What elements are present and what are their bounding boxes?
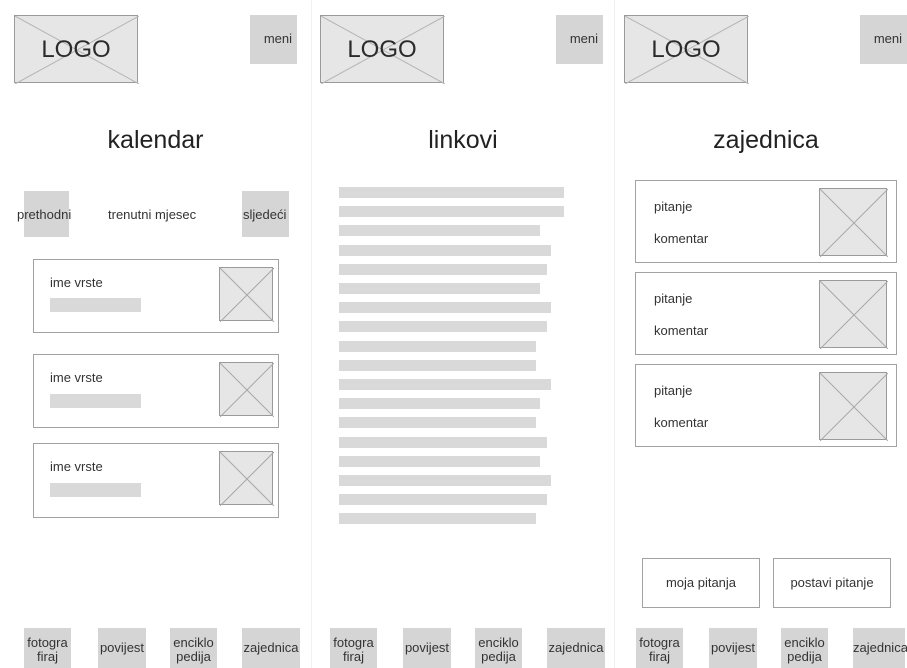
- species-name: ime vrste: [50, 370, 103, 385]
- text-placeholder-bar: [50, 298, 141, 312]
- species-card[interactable]: ime vrste: [33, 443, 279, 518]
- nav-photography-label-line1: fotogra: [639, 635, 680, 650]
- nav-encyclopedia[interactable]: enciklo pedija: [170, 628, 217, 668]
- nav-photography-label-line1: fotogra: [27, 635, 68, 650]
- link-placeholder-bar[interactable]: [339, 321, 547, 333]
- nav-encyclopedia-label-line1: enciklo: [784, 635, 825, 650]
- species-card[interactable]: ime vrste: [33, 259, 279, 333]
- post-comment: komentar: [654, 231, 709, 246]
- nav-encyclopedia[interactable]: enciklo pedija: [781, 628, 828, 668]
- nav-history[interactable]: povijest: [403, 628, 451, 668]
- post-comment: komentar: [654, 323, 709, 338]
- post-comment: komentar: [654, 415, 709, 430]
- nav-photography[interactable]: fotogra firaj: [330, 628, 377, 668]
- link-placeholder-bar[interactable]: [339, 494, 547, 506]
- nav-photography[interactable]: fotogra firaj: [636, 628, 683, 668]
- logo: LOGO: [14, 15, 139, 84]
- nav-encyclopedia-label-line2: pedija: [481, 649, 516, 664]
- nav-encyclopedia-label-line2: pedija: [176, 649, 211, 664]
- link-placeholder-bar[interactable]: [339, 417, 536, 429]
- nav-encyclopedia-label-line1: enciklo: [173, 635, 214, 650]
- my-questions-button[interactable]: moja pitanja: [642, 558, 760, 608]
- nav-community[interactable]: zajednica: [853, 628, 907, 668]
- nav-history[interactable]: povijest: [98, 628, 146, 668]
- nav-photography-label-line1: fotogra: [333, 635, 374, 650]
- link-placeholder-bar[interactable]: [339, 359, 536, 371]
- link-placeholder-bar[interactable]: [339, 379, 551, 390]
- logo-text: LOGO: [651, 36, 721, 63]
- image-placeholder-icon: [819, 280, 888, 349]
- species-card[interactable]: ime vrste: [33, 354, 279, 428]
- nav-community[interactable]: zajednica: [547, 628, 605, 668]
- post-question: pitanje: [654, 291, 693, 306]
- link-placeholder-bar[interactable]: [339, 225, 540, 237]
- image-placeholder-icon: [219, 267, 274, 322]
- screen-linkovi: LOGO meni linkovi: [312, 0, 614, 668]
- text-placeholder-bar: [50, 394, 141, 408]
- image-placeholder-icon: [819, 188, 888, 257]
- page-title: zajednica: [713, 126, 819, 154]
- nav-community[interactable]: zajednica: [242, 628, 300, 668]
- text-placeholder-bar: [50, 483, 141, 497]
- nav-encyclopedia-label-line2: pedija: [787, 649, 822, 664]
- image-placeholder-icon: [219, 451, 274, 506]
- nav-photography-label-line2: firaj: [649, 649, 670, 664]
- nav-history[interactable]: povijest: [709, 628, 757, 668]
- link-placeholder-bar[interactable]: [339, 244, 551, 256]
- logo: LOGO: [624, 15, 749, 84]
- next-month-label[interactable]: sljedeći: [243, 207, 286, 222]
- link-placeholder-bar[interactable]: [339, 455, 540, 467]
- logo-text: LOGO: [41, 36, 111, 63]
- menu-button[interactable]: meni: [250, 15, 297, 64]
- menu-button[interactable]: meni: [860, 15, 907, 64]
- link-placeholder-bar[interactable]: [339, 302, 551, 314]
- link-placeholder-bar[interactable]: [339, 206, 564, 218]
- link-placeholder-bar[interactable]: [339, 513, 536, 525]
- post-question: pitanje: [654, 199, 693, 214]
- page-title: kalendar: [107, 126, 204, 154]
- menu-button[interactable]: meni: [556, 15, 603, 64]
- screen-kalendar: LOGO meni kalendar prethodni trenutni mj…: [0, 0, 311, 668]
- logo: LOGO: [320, 15, 445, 84]
- post-question: pitanje: [654, 383, 693, 398]
- logo-text: LOGO: [347, 36, 417, 63]
- image-placeholder-icon: [819, 372, 888, 441]
- species-name: ime vrste: [50, 459, 103, 474]
- page-title: linkovi: [428, 126, 498, 154]
- link-placeholder-bar[interactable]: [339, 398, 540, 410]
- link-placeholder-bar[interactable]: [339, 340, 536, 352]
- nav-encyclopedia[interactable]: enciklo pedija: [475, 628, 522, 668]
- link-placeholder-bar[interactable]: [339, 263, 547, 275]
- prev-month-label[interactable]: prethodni: [17, 207, 71, 222]
- ask-question-button[interactable]: postavi pitanje: [773, 558, 891, 608]
- screen-zajednica: LOGO meni zajednica pitanje komentar pit…: [615, 0, 907, 668]
- image-placeholder-icon: [219, 362, 274, 417]
- nav-photography-label-line2: firaj: [343, 649, 364, 664]
- link-placeholder-bar[interactable]: [339, 475, 551, 486]
- species-name: ime vrste: [50, 275, 103, 290]
- link-placeholder-bar[interactable]: [339, 283, 540, 294]
- post-card[interactable]: pitanje komentar: [635, 180, 897, 263]
- post-card[interactable]: pitanje komentar: [635, 364, 897, 447]
- nav-encyclopedia-label-line1: enciklo: [478, 635, 519, 650]
- current-month-label: trenutni mjesec: [108, 207, 197, 222]
- nav-photography-label-line2: firaj: [37, 649, 58, 664]
- post-card[interactable]: pitanje komentar: [635, 272, 897, 355]
- nav-photography[interactable]: fotogra firaj: [24, 628, 71, 668]
- link-placeholder-bar[interactable]: [339, 436, 547, 448]
- link-placeholder-bar[interactable]: [339, 187, 564, 198]
